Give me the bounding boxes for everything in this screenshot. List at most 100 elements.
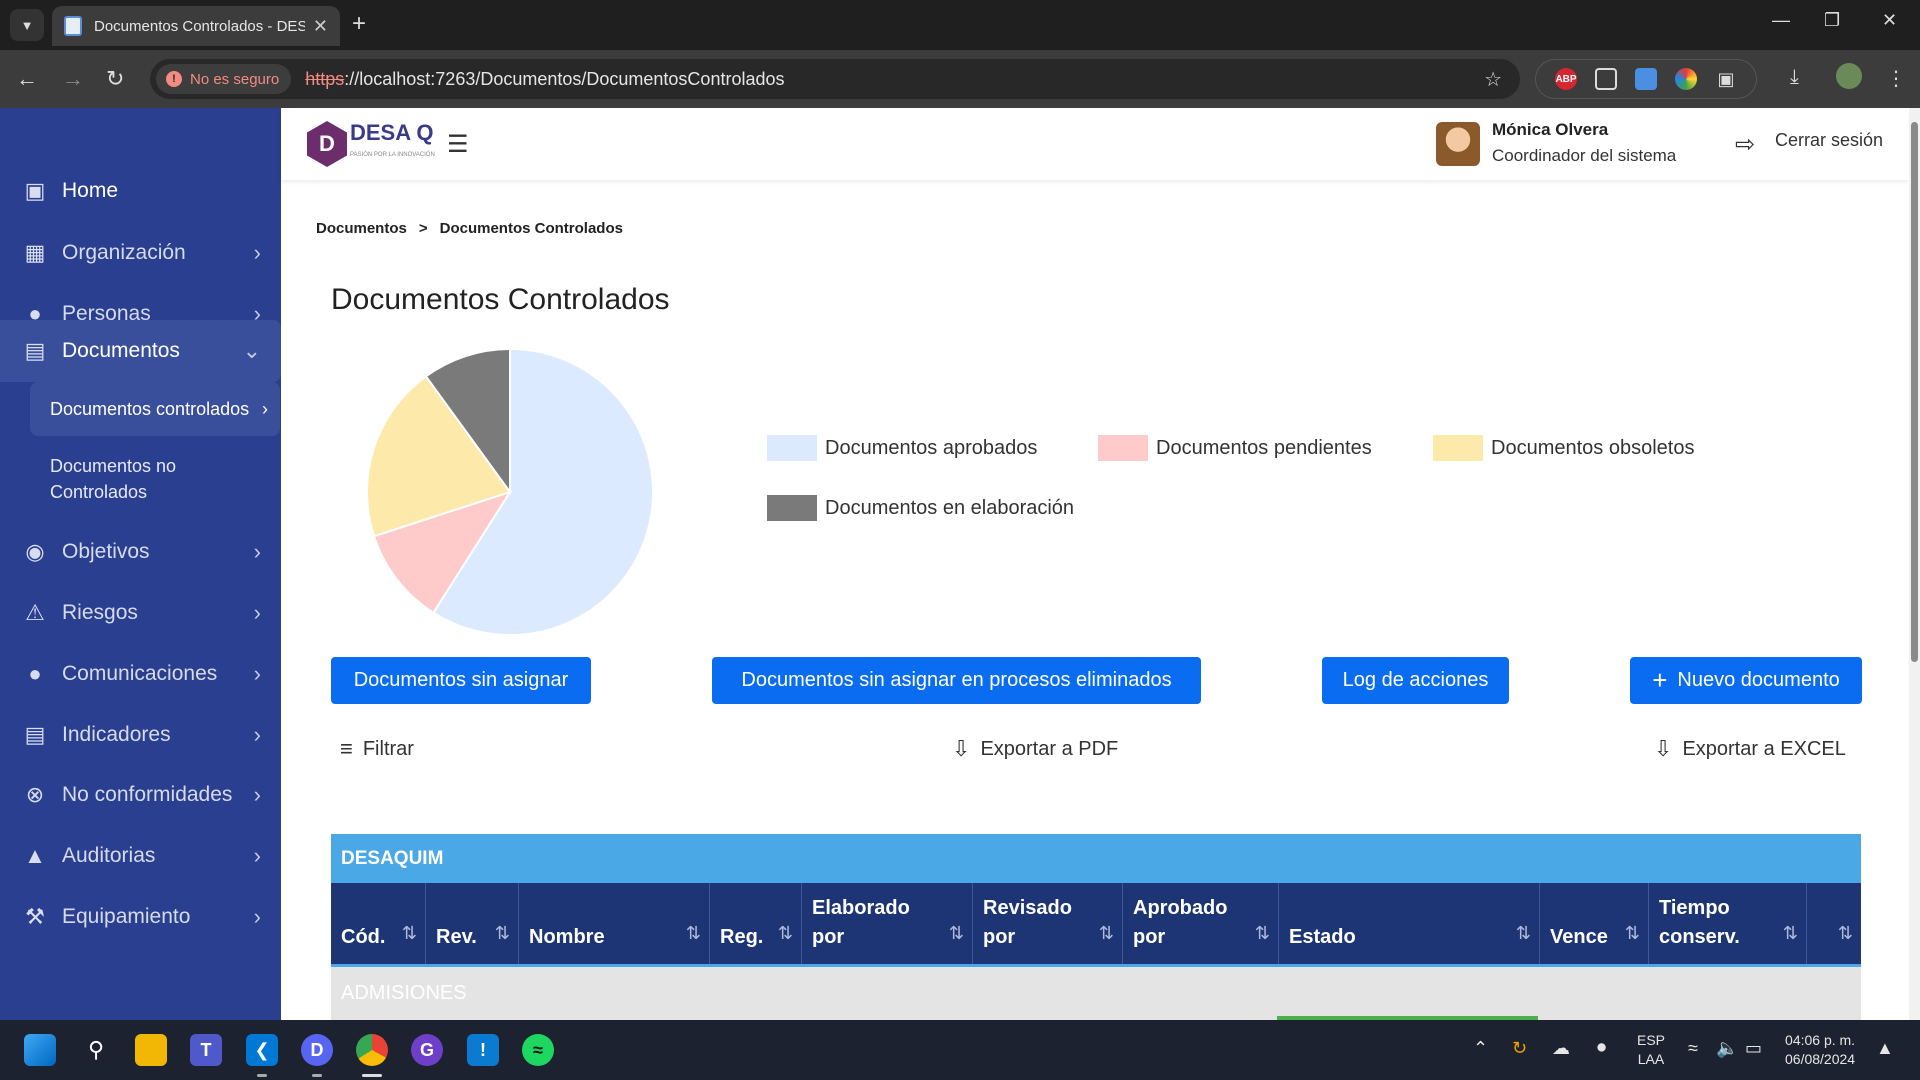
sidebar-subitem-documentos-controlados[interactable]: Documentos controlados › [30,382,280,436]
unassigned-documents-button[interactable]: Documentos sin asignar [331,657,591,704]
building-icon: ▦ [24,240,46,265]
color-extension-icon[interactable] [1675,68,1697,90]
sidebar-item-indicadores[interactable]: ▤ Indicadores › [0,709,281,761]
column-header-estado[interactable]: Estado ⇅ [1279,883,1540,964]
column-header-aprobado-por[interactable]: Aprobado por ⇅ [1123,883,1279,964]
bookmark-star-icon[interactable]: ☆ [1484,67,1502,92]
search-icon[interactable]: ⚲ [80,1034,112,1066]
address-bar[interactable]: ! No es seguro https://localhost:7263/Do… [150,59,1520,99]
downloads-icon[interactable]: ⤓ [1790,66,1799,89]
file-explorer-icon[interactable] [135,1034,167,1066]
user-avatar[interactable] [1436,122,1480,166]
tab-search-dropdown-icon[interactable]: ▼ [10,9,44,41]
browser-menu-icon[interactable]: ⋮ [1886,66,1906,91]
column-header-vence[interactable]: Vence ⇅ [1540,883,1649,964]
puzzle-extensions-icon[interactable]: ▣ [1715,68,1737,90]
battery-icon[interactable]: ▭ [1745,1038,1762,1059]
logout-button[interactable]: Cerrar sesión [1775,130,1883,151]
new-tab-icon[interactable]: + [352,10,366,38]
legend-item[interactable]: Documentos aprobados [767,435,1037,461]
sort-icon[interactable]: ⇅ [778,919,793,948]
sort-icon[interactable]: ⇅ [1838,919,1853,948]
sidebar-item-organizacion[interactable]: ▦ Organización › [0,227,281,279]
logout-icon[interactable]: ⇨ [1735,130,1755,159]
wifi-icon[interactable]: ≈ [1688,1038,1698,1059]
filter-button[interactable]: ≡ Filtrar [340,736,414,762]
chrome-icon[interactable] [356,1034,388,1066]
column-header-reg[interactable]: Reg. ⇅ [710,883,802,964]
column-header-actions[interactable]: ⇅ [1807,883,1861,964]
sync-icon[interactable]: ↻ [1512,1038,1527,1059]
table-subgroup-header[interactable]: ADMISIONES [331,967,1861,1020]
legend-item[interactable]: Documentos en elaboración [767,495,1074,521]
column-header-revisado-por[interactable]: Revisado por ⇅ [973,883,1123,964]
breadcrumb-root[interactable]: Documentos [316,220,407,237]
sidebar-item-comunicaciones[interactable]: ● Comunicaciones › [0,648,281,700]
column-header-rev[interactable]: Rev. ⇅ [426,883,519,964]
sort-icon[interactable]: ⇅ [1625,919,1640,948]
sidebar-item-equipamiento[interactable]: ⚒ Equipamiento › [0,891,281,943]
sidebar-subitem-documentos-no-controlados[interactable]: Documentos no Controlados [30,453,280,505]
sidebar-item-riesgos[interactable]: ⚠ Riesgos › [0,587,281,639]
site-security-chip[interactable]: ! No es seguro [156,64,292,94]
new-document-button[interactable]: + Nuevo documento [1630,657,1862,704]
taskbar-clock[interactable]: 04:06 p. m. 06/08/2024 [1785,1031,1855,1069]
tab-close-icon[interactable]: ✕ [313,16,328,37]
hamburger-menu-icon[interactable]: ☰ [447,130,469,159]
export-excel-button[interactable]: ⇩ Exportar a EXCEL [1654,736,1846,762]
browser-tab-active[interactable]: Documentos Controlados - DES ✕ [52,6,340,46]
sidebar-item-home[interactable]: ▣ Home [0,165,281,217]
minimize-icon[interactable]: — [1772,10,1790,31]
onedrive-cloud-icon[interactable]: ☁ [1552,1038,1570,1059]
restore-icon[interactable]: ❐ [1824,10,1840,31]
sort-icon[interactable]: ⇅ [1099,919,1114,948]
reload-icon[interactable]: ↻ [106,66,124,92]
scrollbar-thumb[interactable] [1911,122,1918,662]
sidebar-item-documentos[interactable]: ▤ Documentos ⌄ [0,320,281,382]
column-header-tiempo-conserv[interactable]: Tiempo conserv. ⇅ [1649,883,1807,964]
sort-icon[interactable]: ⇅ [949,919,964,948]
action-log-button[interactable]: Log de acciones [1322,657,1509,704]
adblock-icon[interactable]: ABP [1555,68,1577,90]
legend-item[interactable]: Documentos pendientes [1098,435,1372,461]
user-role: Coordinador del sistema [1492,146,1677,165]
url-text[interactable]: https://localhost:7263/Documentos/Docume… [305,69,784,90]
column-header-nombre[interactable]: Nombre ⇅ [519,883,710,964]
github-desktop-icon[interactable]: G [411,1034,443,1066]
company-logo[interactable]: D DESA Q PASIÓN POR LA INNOVACIÓN [307,118,435,170]
discord-icon[interactable]: D [301,1034,333,1066]
sort-icon[interactable]: ⇅ [402,919,417,948]
export-pdf-button[interactable]: ⇩ Exportar a PDF [952,736,1118,762]
language-indicator[interactable]: ESP LAA [1637,1031,1665,1069]
sidebar-item-auditorias[interactable]: ▲ Auditorias › [0,830,281,882]
table-group-header[interactable]: DESAQUIM [331,834,1861,883]
store-app-icon[interactable]: ! [467,1034,499,1066]
tray-overflow-icon[interactable]: ⌃ [1473,1038,1488,1059]
sort-icon[interactable]: ⇅ [1516,919,1531,948]
docs-extension-icon[interactable] [1635,68,1657,90]
column-header-elaborado-por[interactable]: Elaborado por ⇅ [802,883,973,964]
sort-icon[interactable]: ⇅ [686,919,701,948]
sidebar-item-no-conformidades[interactable]: ⊗ No conformidades › [0,769,281,821]
page-scrollbar[interactable] [1909,108,1920,1020]
window-extension-icon[interactable] [1595,68,1617,90]
plus-icon: + [1652,665,1668,695]
spotify-icon[interactable]: ≈ [522,1034,554,1066]
sidebar-item-objetivos[interactable]: ◉ Objetivos › [0,526,281,578]
notifications-bell-icon[interactable]: ▲ [1876,1038,1894,1059]
microphone-icon[interactable]: ⚫ [1594,1038,1609,1059]
sort-icon[interactable]: ⇅ [1783,919,1798,948]
windows-start-icon[interactable] [24,1034,56,1066]
column-header-cod[interactable]: Cód. ⇅ [331,883,426,964]
unassigned-deleted-processes-button[interactable]: Documentos sin asignar en procesos elimi… [712,657,1201,704]
window-close-icon[interactable]: ✕ [1882,10,1897,31]
volume-icon[interactable]: 🔈 [1716,1038,1738,1059]
forward-icon[interactable]: → [62,66,84,92]
sort-icon[interactable]: ⇅ [1255,919,1270,948]
vscode-icon[interactable]: ❮ [246,1034,278,1066]
profile-avatar[interactable] [1836,63,1862,89]
back-icon[interactable]: ← [16,66,38,92]
teams-icon[interactable]: T [190,1034,222,1066]
sort-icon[interactable]: ⇅ [495,919,510,948]
legend-item[interactable]: Documentos obsoletos [1433,435,1694,461]
